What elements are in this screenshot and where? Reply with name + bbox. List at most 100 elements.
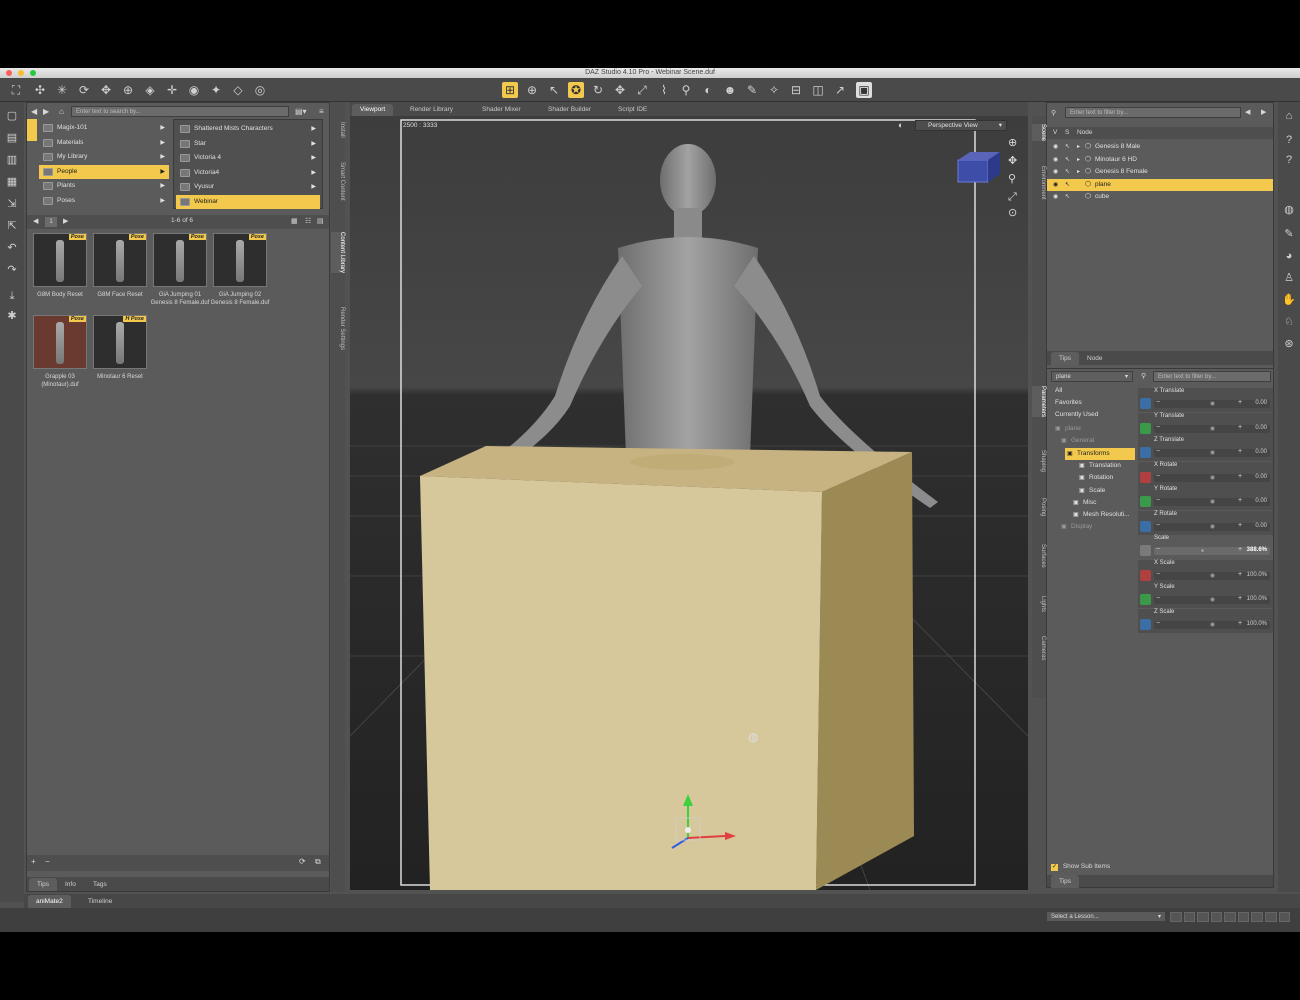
- network-icon[interactable]: ⊛: [1281, 336, 1297, 352]
- scene-node-row[interactable]: ◉ ↖ ⬡ plane: [1047, 178, 1273, 191]
- expand-icon[interactable]: ▸: [1077, 166, 1080, 178]
- translate-tool-icon[interactable]: ⊕: [120, 82, 136, 98]
- tab-animate2[interactable]: aniMate2: [28, 895, 71, 908]
- view-cube-icon[interactable]: [957, 152, 1000, 183]
- property-slider[interactable]: Y Scale − +100.0%: [1138, 584, 1273, 608]
- slider-knob[interactable]: [1210, 401, 1215, 406]
- property-value[interactable]: 0.00: [1255, 498, 1267, 504]
- expand-tab[interactable]: [27, 119, 37, 141]
- property-slider[interactable]: X Translate − +0.00: [1138, 388, 1273, 412]
- content-thumbnail[interactable]: Pose: [153, 233, 207, 287]
- scene-node-row[interactable]: ◉ ↖ ▸ ⬡ Minotaur 6 HD: [1047, 154, 1273, 166]
- spot-render-icon[interactable]: ✎: [744, 82, 760, 98]
- tab-cameras[interactable]: Cameras: [1032, 636, 1046, 660]
- tab-smart-content[interactable]: Smart Content: [331, 162, 345, 201]
- folder-item[interactable]: Magix-101 ▶: [39, 121, 169, 135]
- tab-install[interactable]: Install: [331, 122, 345, 138]
- property-value[interactable]: 0.00: [1255, 449, 1267, 455]
- drop-to-floor-icon[interactable]: ⤓: [4, 288, 20, 304]
- tab-shader-mixer[interactable]: Shader Mixer: [474, 104, 529, 116]
- plus-icon[interactable]: +: [1238, 473, 1242, 480]
- property-slider[interactable]: Z Scale − +100.0%: [1138, 608, 1273, 633]
- remove-icon[interactable]: −: [45, 857, 50, 866]
- expand-icon[interactable]: ▸: [1077, 154, 1080, 166]
- tab-posing[interactable]: Posing: [1032, 498, 1046, 516]
- step-button[interactable]: [1278, 912, 1291, 922]
- folder-item[interactable]: Poses ▶: [39, 194, 169, 208]
- scene-node-row[interactable]: ◉ ↖ ⬡ cube: [1047, 191, 1273, 203]
- tab-lights[interactable]: Lights: [1032, 596, 1046, 612]
- minus-icon[interactable]: −: [1156, 448, 1160, 455]
- wand-icon[interactable]: ✧: [766, 82, 782, 98]
- select-arrow-icon[interactable]: ↖: [1065, 154, 1070, 166]
- view-options-icon[interactable]: ▤▾: [295, 107, 307, 116]
- scene-filter-input[interactable]: Enter text to filter by...: [1065, 107, 1241, 118]
- param-tree-item[interactable]: ▣ Rotation: [1077, 472, 1135, 484]
- tab-tips[interactable]: Tips: [29, 878, 58, 891]
- slider-knob[interactable]: [1210, 450, 1215, 455]
- geometry-icon[interactable]: ◇: [230, 82, 246, 98]
- param-category[interactable]: All: [1055, 385, 1133, 397]
- content-thumbnail[interactable]: Pose: [33, 315, 87, 369]
- tab-shader-builder[interactable]: Shader Builder: [540, 104, 599, 116]
- select-arrow-icon[interactable]: ↖: [1065, 166, 1070, 178]
- param-tree-item[interactable]: ▣ Scale: [1077, 485, 1135, 497]
- region-nav-icon[interactable]: ⊟: [788, 82, 804, 98]
- scale-icon[interactable]: ⤢: [634, 82, 650, 98]
- property-value[interactable]: 0.00: [1255, 400, 1267, 406]
- visibility-eye-icon[interactable]: ◉: [1053, 154, 1058, 166]
- tab-param-tips[interactable]: Tips: [1051, 875, 1080, 888]
- slider-knob[interactable]: [1210, 523, 1215, 529]
- minus-icon[interactable]: −: [1156, 522, 1160, 529]
- surface-selection-icon[interactable]: ◐: [700, 82, 716, 98]
- lesson-select[interactable]: Select a Lesson... ▾: [1046, 911, 1166, 922]
- panel-menu-icon[interactable]: ≡: [319, 107, 324, 116]
- pointer-icon[interactable]: ↖: [546, 82, 562, 98]
- plus-icon[interactable]: +: [1238, 546, 1242, 553]
- step-button[interactable]: [1251, 912, 1263, 922]
- minus-icon[interactable]: −: [1156, 497, 1160, 504]
- folder-item[interactable]: Webinar: [176, 194, 320, 209]
- col-visibility[interactable]: V: [1053, 127, 1057, 139]
- param-tree-item[interactable]: ▣ Display: [1059, 521, 1135, 533]
- move-icon[interactable]: ✥: [612, 82, 628, 98]
- folder-item[interactable]: People ▶: [39, 164, 169, 179]
- content-thumbnail[interactable]: H Pose: [93, 315, 147, 369]
- minus-icon[interactable]: −: [1156, 399, 1160, 406]
- question-icon[interactable]: ?: [1281, 152, 1297, 168]
- plus-icon[interactable]: +: [1238, 595, 1242, 602]
- node-tool-icon[interactable]: ✳: [54, 82, 70, 98]
- camera-view-icon[interactable]: ◫: [810, 82, 826, 98]
- property-slider[interactable]: Y Rotate − +0.00: [1138, 486, 1273, 510]
- cube-tool-icon[interactable]: ◈: [142, 82, 158, 98]
- rotate-tool-icon[interactable]: ⟳: [76, 82, 92, 98]
- param-category[interactable]: Favorites: [1055, 397, 1133, 409]
- select-arrow-icon[interactable]: ↖: [1065, 191, 1070, 203]
- col-node[interactable]: Node: [1077, 127, 1093, 139]
- forward-arrow-icon[interactable]: ▶: [43, 107, 49, 116]
- param-tree-item[interactable]: ▣ Translation: [1077, 460, 1135, 472]
- figure-icon[interactable]: ♙: [1281, 270, 1297, 286]
- plus-icon[interactable]: +: [1238, 497, 1242, 504]
- minimize-window-button[interactable]: [18, 70, 24, 76]
- visibility-eye-icon[interactable]: ◉: [1053, 166, 1058, 178]
- joint-editor-icon[interactable]: ⚲: [678, 82, 694, 98]
- property-value[interactable]: 0.00: [1255, 523, 1267, 529]
- param-filter-input[interactable]: Enter text to filter by...: [1153, 371, 1271, 382]
- minus-icon[interactable]: −: [1156, 571, 1160, 578]
- plus-icon[interactable]: +: [1238, 424, 1242, 431]
- folder-item[interactable]: Plants ▶: [39, 179, 169, 193]
- folder-item[interactable]: Shattered Mists Characters ▶: [176, 122, 320, 136]
- tab-parameters[interactable]: Parameters: [1032, 386, 1046, 418]
- zoom-window-button[interactable]: [30, 70, 36, 76]
- folder-item[interactable]: My Library ▶: [39, 150, 169, 164]
- redo-icon[interactable]: ↷: [4, 262, 20, 278]
- plus-icon[interactable]: +: [1238, 522, 1242, 529]
- checkbox-checked-icon[interactable]: ✓: [1051, 864, 1058, 871]
- pose-tool-icon[interactable]: ✣: [32, 82, 48, 98]
- slider-knob[interactable]: [1210, 425, 1215, 431]
- param-tree-item[interactable]: ▣ Transforms: [1065, 447, 1135, 460]
- select-arrow-icon[interactable]: ↖: [1065, 141, 1070, 153]
- param-tree-item[interactable]: ▣ plane: [1053, 423, 1135, 435]
- visibility-eye-icon[interactable]: ◉: [1053, 141, 1058, 153]
